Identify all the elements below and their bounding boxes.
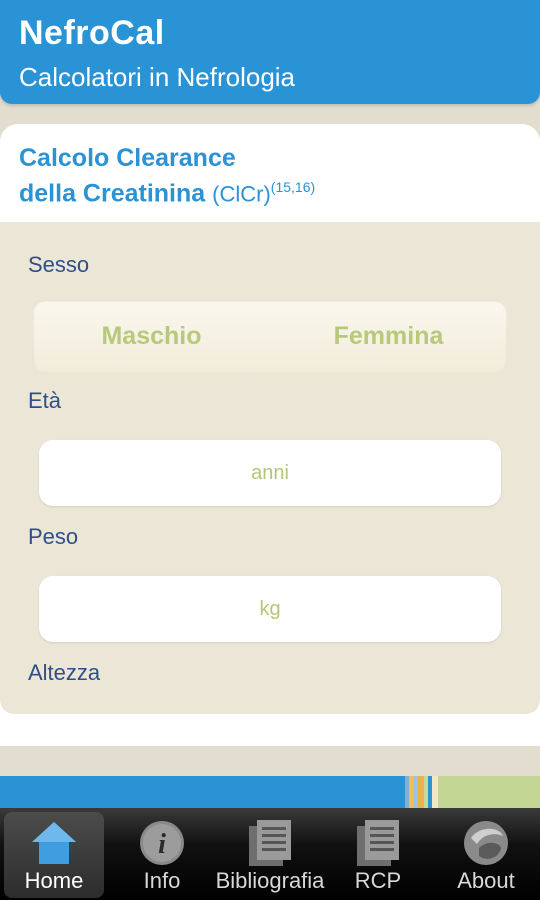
- home-icon: [32, 822, 76, 864]
- calculator-title: Calcolo Clearance della Creatinina (ClCr…: [19, 144, 315, 208]
- app-title: NefroCal: [19, 14, 165, 52]
- tab-home-label: Home: [24, 868, 84, 893]
- tab-bar: Home i Info Bibliografia RCP About: [0, 808, 540, 900]
- tab-info[interactable]: i Info: [112, 812, 212, 898]
- document-icon: [357, 820, 399, 866]
- app-screen: NefroCal Calcolatori in Nefrologia Calco…: [0, 0, 540, 900]
- calculator-title-line2: della Creatinina: [19, 179, 206, 208]
- tab-bibliografia-label: Bibliografia: [215, 868, 325, 893]
- weight-label: Peso: [28, 524, 79, 549]
- document-icon: [249, 820, 291, 866]
- app-subtitle: Calcolatori in Nefrologia: [19, 62, 296, 92]
- tab-rcp[interactable]: RCP: [328, 812, 428, 898]
- tab-home[interactable]: Home: [4, 812, 104, 898]
- sex-option-male[interactable]: Maschio: [33, 300, 270, 372]
- sex-toggle: Maschio Femmina: [33, 300, 507, 372]
- tab-about[interactable]: About: [436, 812, 536, 898]
- tab-rcp-label: RCP: [354, 868, 402, 893]
- app-header: NefroCal Calcolatori in Nefrologia: [0, 0, 540, 104]
- svg-text:i: i: [158, 829, 166, 860]
- weight-input[interactable]: [39, 576, 501, 642]
- age-input[interactable]: [39, 440, 501, 506]
- sex-label: Sesso: [28, 252, 90, 277]
- calculator-title-refs: (15,16): [270, 179, 316, 195]
- tab-bibliografia[interactable]: Bibliografia: [216, 812, 324, 898]
- tab-info-label: Info: [143, 868, 181, 893]
- info-icon: i: [140, 821, 184, 865]
- age-label: Età: [28, 388, 62, 413]
- decorative-strip: [0, 776, 540, 810]
- calculator-title-line2-row: della Creatinina (ClCr)(15,16): [19, 173, 315, 208]
- sex-option-female[interactable]: Femmina: [270, 300, 507, 372]
- calculator-title-abbrev: (ClCr): [212, 181, 271, 207]
- height-label: Altezza: [28, 660, 101, 685]
- tab-about-label: About: [457, 868, 515, 893]
- about-icon: [464, 821, 508, 865]
- calculator-title-line1: Calcolo Clearance: [19, 144, 236, 172]
